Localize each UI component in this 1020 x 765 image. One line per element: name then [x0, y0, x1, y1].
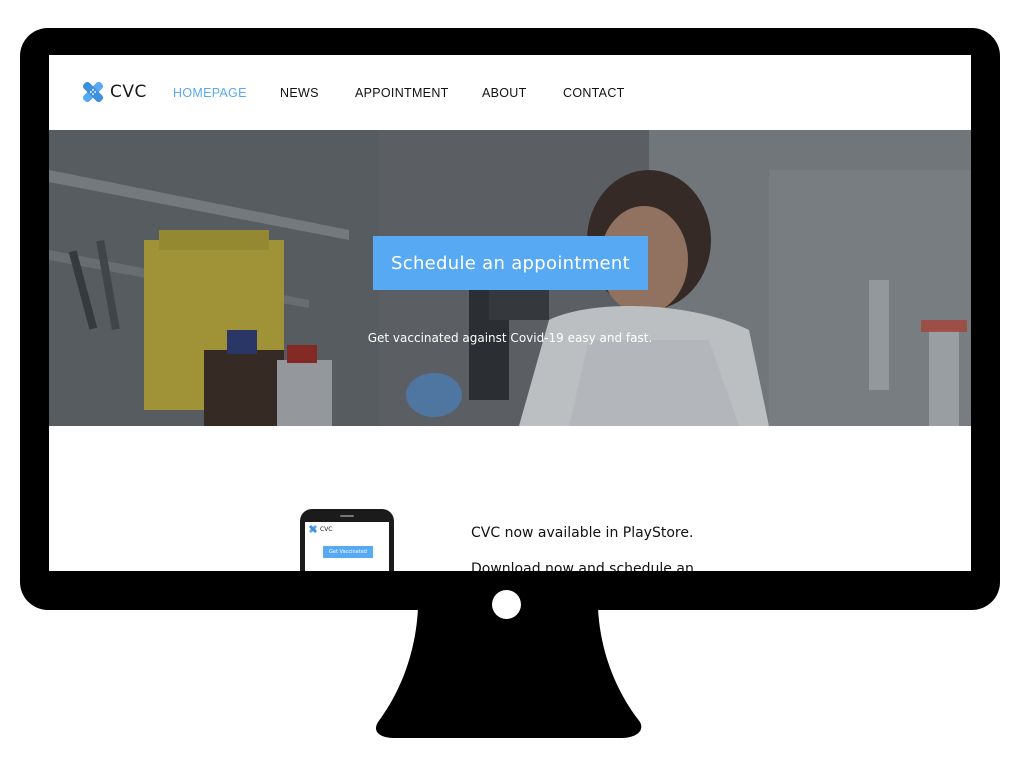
top-navbar: CVC HOMEPAGE NEWS APPOINTMENT ABOUT CONT…	[49, 55, 971, 130]
hero-subtitle: Get vaccinated against Covid-19 easy and…	[367, 331, 653, 345]
monitor-power-dot	[492, 590, 521, 619]
phone-mockup: CVC Get Vaccinated	[300, 509, 394, 571]
schedule-appointment-button[interactable]: Schedule an appointment	[373, 236, 648, 290]
hero-banner: Schedule an appointment Get vaccinated a…	[49, 130, 971, 426]
bandage-cross-icon	[82, 81, 104, 103]
promo-body-text: Download now and schedule an	[471, 561, 694, 571]
browser-viewport: CVC HOMEPAGE NEWS APPOINTMENT ABOUT CONT…	[49, 55, 971, 571]
nav-item-contact[interactable]: CONTACT	[563, 86, 625, 100]
nav-item-homepage[interactable]: HOMEPAGE	[173, 86, 247, 100]
brand-name: CVC	[110, 82, 147, 102]
phone-speaker	[340, 515, 354, 517]
phone-brand-logo: CVC	[309, 525, 332, 533]
nav-item-appointment[interactable]: APPOINTMENT	[355, 86, 449, 100]
promo-title: CVC now available in PlayStore.	[471, 525, 694, 541]
brand-logo[interactable]: CVC	[82, 81, 147, 103]
phone-brand-name: CVC	[320, 525, 333, 533]
phone-screen: CVC Get Vaccinated	[305, 522, 389, 571]
bandage-cross-icon	[309, 525, 317, 533]
nav-item-about[interactable]: ABOUT	[482, 86, 527, 100]
phone-get-vaccinated-button: Get Vaccinated	[323, 546, 373, 558]
nav-item-news[interactable]: NEWS	[280, 86, 319, 100]
